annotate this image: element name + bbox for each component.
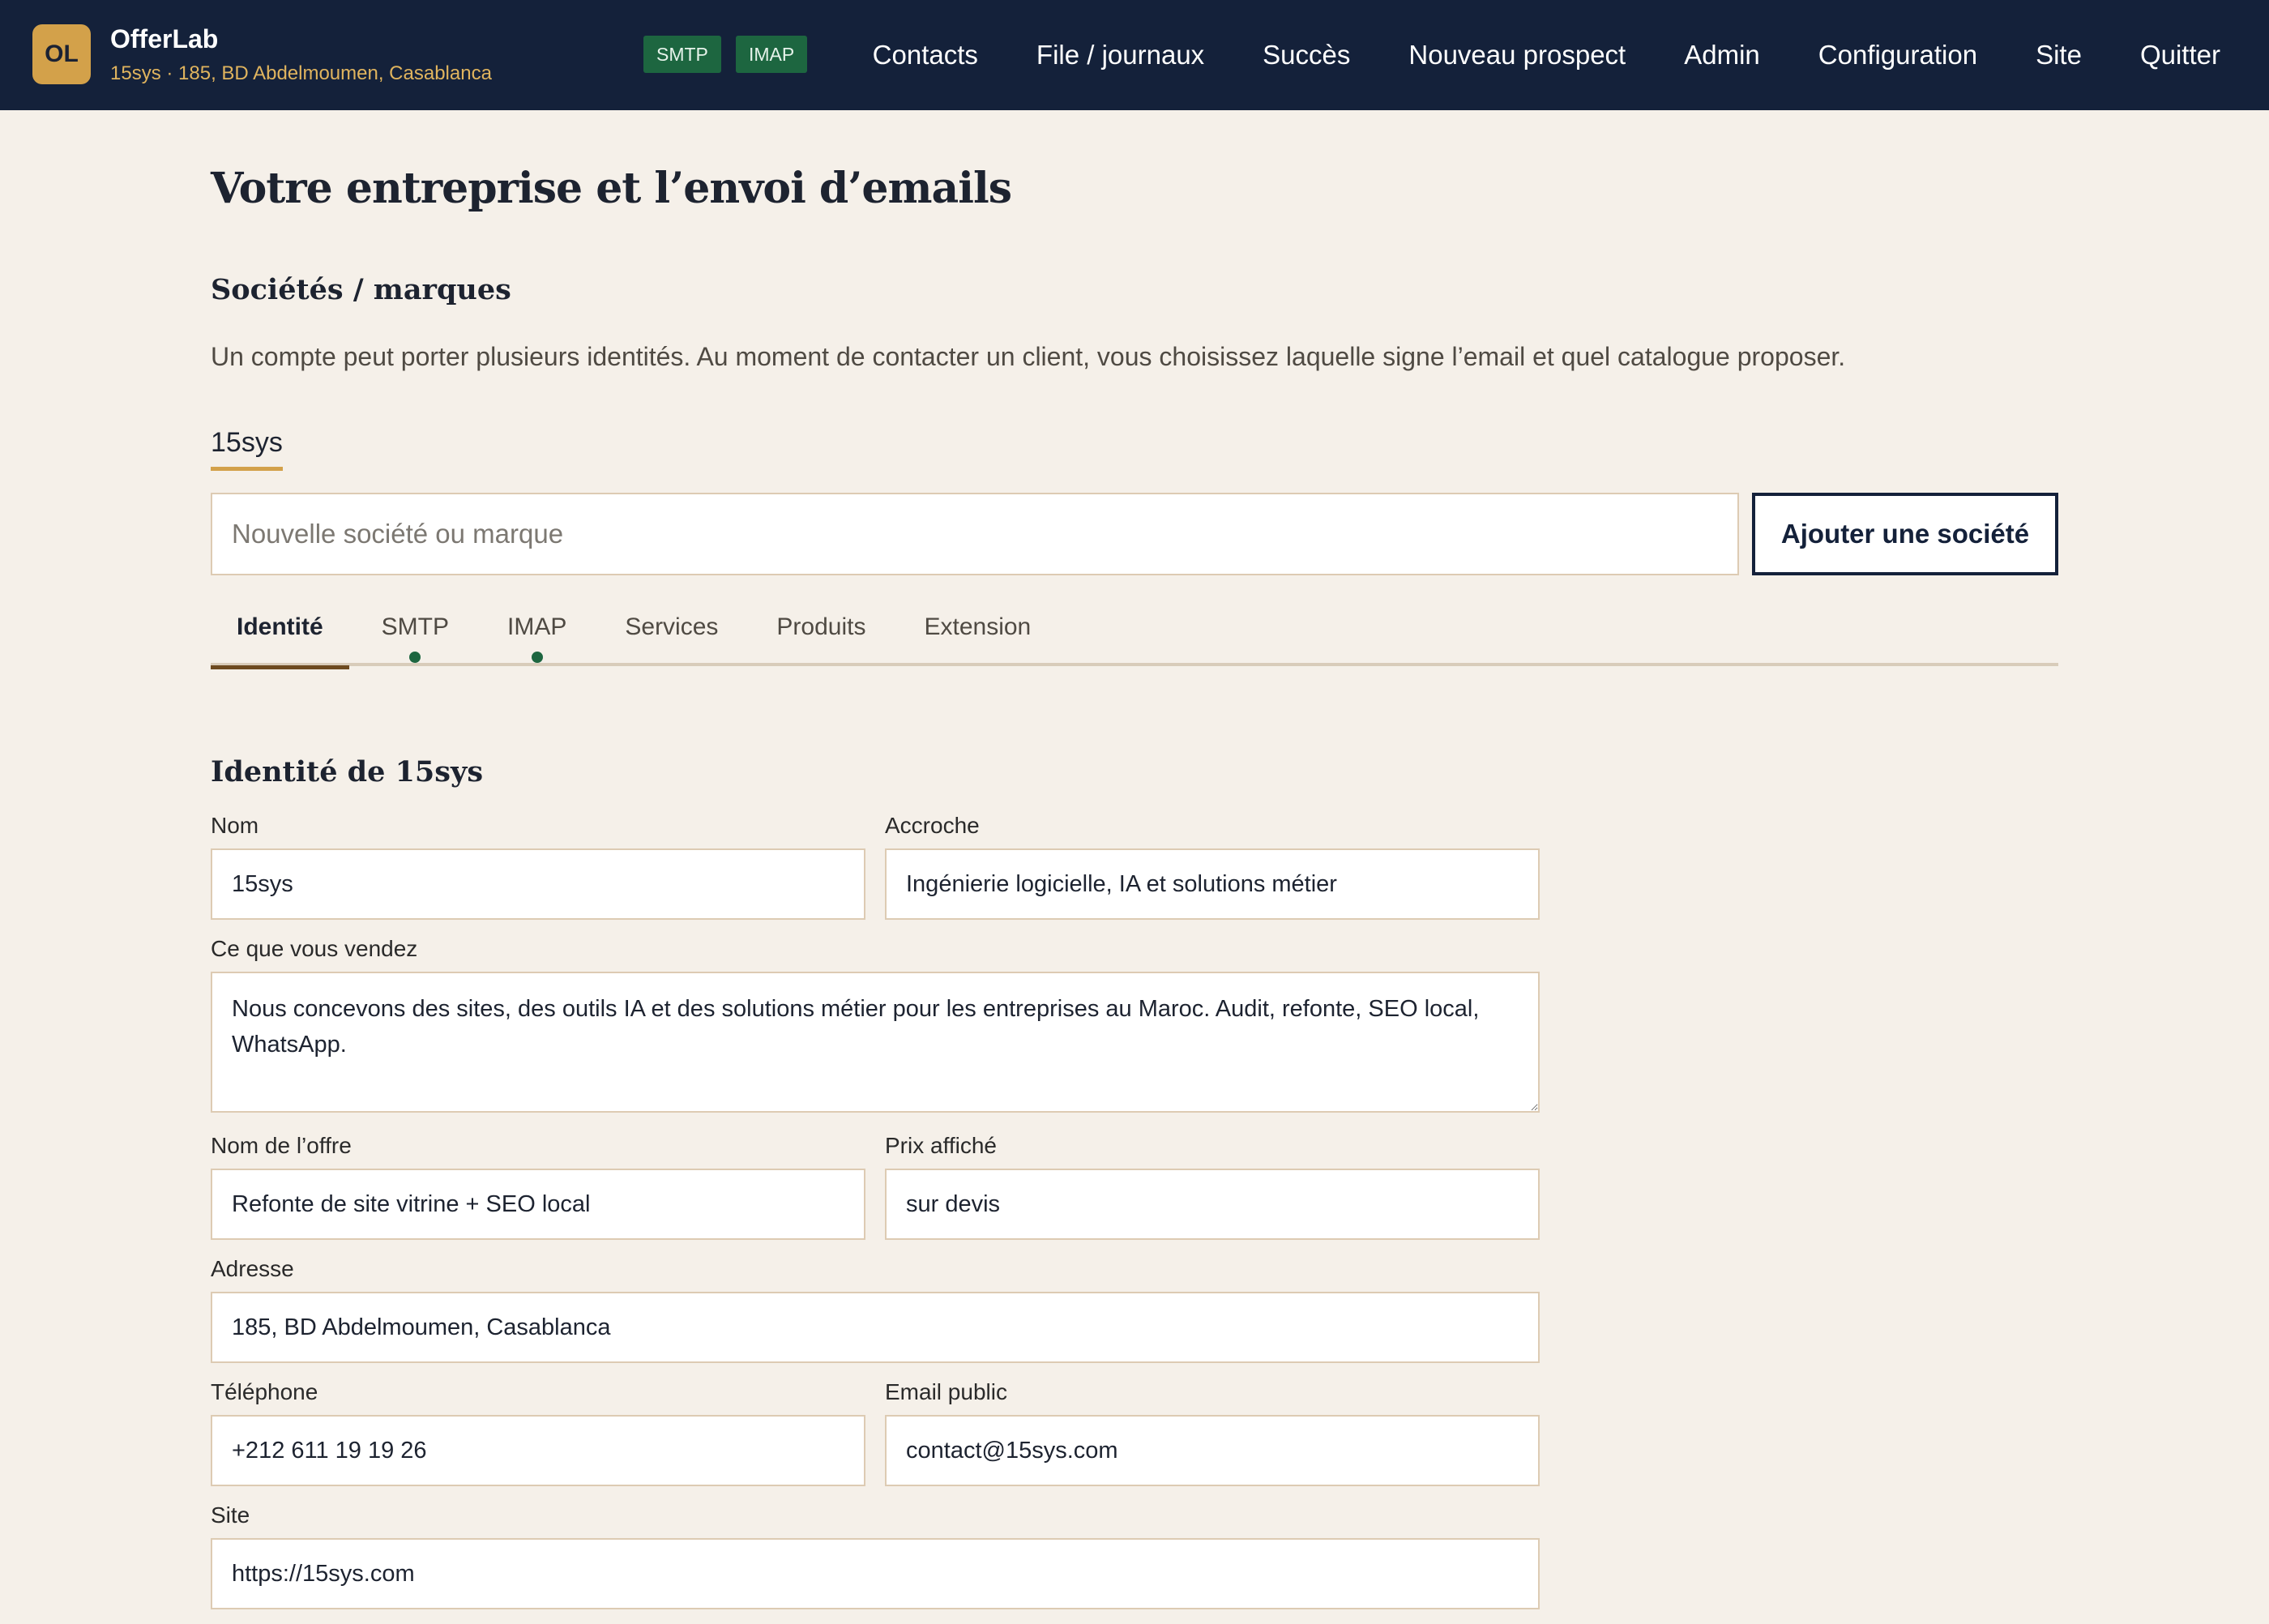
smtp-status-badge: SMTP [643, 36, 721, 73]
status-dot-icon [531, 652, 543, 663]
tab-smtp[interactable]: SMTP [356, 605, 475, 666]
prix-input[interactable] [885, 1169, 1540, 1240]
status-dot-icon [409, 652, 421, 663]
tab-label: Produits [776, 613, 866, 640]
new-company-input[interactable] [211, 493, 1739, 575]
nav-succes[interactable]: Succès [1263, 0, 1350, 110]
tab-label: Extension [924, 613, 1032, 640]
top-navigation-bar: OL OfferLab 15sys · 185, BD Abdelmoumen,… [0, 0, 2269, 110]
nav-site[interactable]: Site [2036, 0, 2082, 110]
nav-file-journaux[interactable]: File / journaux [1036, 0, 1204, 110]
vendez-label: Ce que vous vendez [211, 936, 418, 961]
email-label: Email public [885, 1379, 1007, 1404]
accroche-label: Accroche [885, 813, 980, 838]
tab-services[interactable]: Services [599, 605, 744, 666]
section-description: Un compte peut porter plusieurs identité… [211, 342, 1846, 371]
tab-produits[interactable]: Produits [750, 605, 891, 666]
tab-label: IMAP [507, 613, 567, 640]
prix-label: Prix affiché [885, 1133, 997, 1158]
telephone-input[interactable] [211, 1415, 865, 1486]
tab-label: Services [625, 613, 719, 640]
tab-label: SMTP [381, 613, 450, 640]
offre-label: Nom de l’offre [211, 1133, 352, 1158]
identity-form: Nom Accroche Ce que vous vendez Nous con… [211, 811, 1540, 1624]
brand-block: OfferLab 15sys · 185, BD Abdelmoumen, Ca… [110, 21, 492, 88]
imap-status-badge: IMAP [736, 36, 808, 73]
main-content: Votre entreprise et l’envoi d’emails Soc… [211, 110, 2058, 1624]
telephone-label: Téléphone [211, 1379, 318, 1404]
tab-extension[interactable]: Extension [898, 605, 1057, 666]
app-name: OfferLab [110, 24, 219, 53]
identity-form-title: Identité de 15sys [211, 755, 484, 788]
app-logo[interactable]: OL [32, 24, 91, 84]
adresse-label: Adresse [211, 1256, 294, 1281]
nav-admin[interactable]: Admin [1684, 0, 1760, 110]
adresse-input[interactable] [211, 1292, 1540, 1363]
add-company-row: Ajouter une société [211, 493, 2058, 575]
site-label: Site [211, 1502, 250, 1528]
tab-imap[interactable]: IMAP [481, 605, 592, 666]
email-input[interactable] [885, 1415, 1540, 1486]
add-company-button[interactable]: Ajouter une société [1752, 493, 2058, 575]
settings-tabs: Identité SMTP IMAP Services Produits Ext… [211, 605, 2058, 669]
nav-configuration[interactable]: Configuration [1818, 0, 1977, 110]
company-tab-15sys[interactable]: 15sys [211, 420, 283, 471]
tab-label: Identité [237, 613, 323, 640]
offre-input[interactable] [211, 1169, 865, 1240]
accroche-input[interactable] [885, 848, 1540, 920]
tab-identite[interactable]: Identité [211, 605, 349, 669]
nav-contacts[interactable]: Contacts [873, 0, 978, 110]
main-nav: Contacts File / journaux Succès Nouveau … [873, 0, 2220, 110]
section-title: Sociétés / marques [211, 273, 511, 306]
vendez-textarea[interactable]: Nous concevons des sites, des outils IA … [211, 972, 1540, 1113]
nom-label: Nom [211, 813, 259, 838]
site-input[interactable] [211, 1538, 1540, 1609]
page-title: Votre entreprise et l’envoi d’emails [211, 164, 1012, 213]
nav-nouveau-prospect[interactable]: Nouveau prospect [1408, 0, 1626, 110]
nav-quitter[interactable]: Quitter [2140, 0, 2220, 110]
company-tabs: 15sys [211, 420, 2058, 477]
nom-input[interactable] [211, 848, 865, 920]
company-subtitle: 15sys · 185, BD Abdelmoumen, Casablanca [110, 62, 492, 84]
